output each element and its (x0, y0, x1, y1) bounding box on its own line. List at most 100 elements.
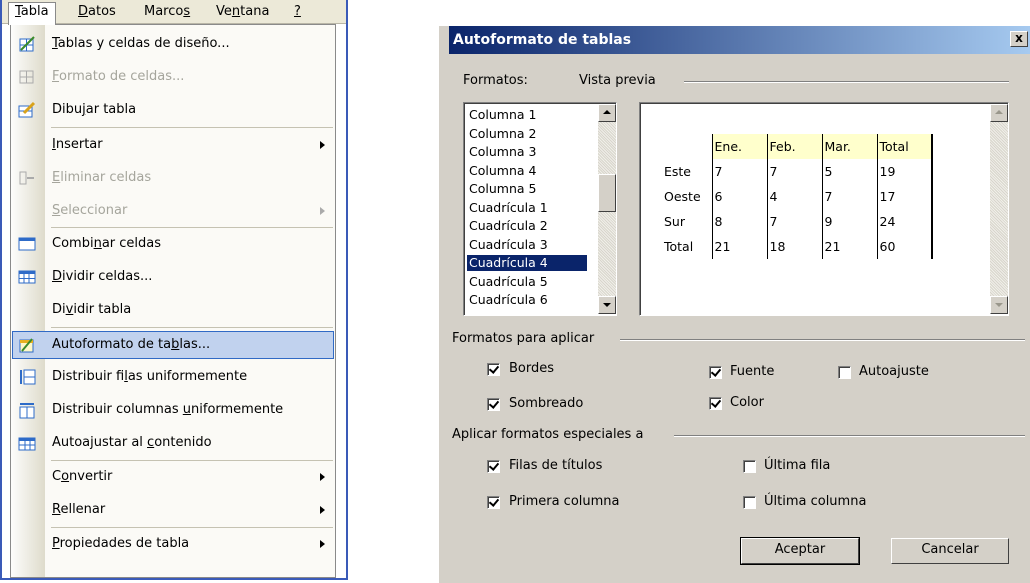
tabla-dropdown-menu: Tablas y celdas de diseño... Formato de … (10, 24, 336, 578)
autoajuste-label: Autoajuste (859, 364, 929, 379)
preview-cell: Total (664, 239, 694, 254)
preview-cell: 9 (821, 209, 877, 234)
draw-table-grid-icon (19, 36, 35, 52)
preview-cell: 19 (876, 159, 933, 184)
menu-item-dividir-celdas[interactable]: Dividir celdas... (11, 262, 335, 292)
primera-columna-checkbox[interactable] (487, 496, 500, 509)
format-list-item[interactable]: Cuadrícula 5 (467, 274, 587, 290)
format-list-item[interactable]: Columna 2 (467, 126, 587, 142)
apply-group-label: Formatos para aplicar (452, 331, 595, 346)
primera-columna-label: Primera columna (509, 494, 620, 509)
preview-table: Ene. Feb. Mar. Total Este 7 7 5 19 Oeste 6 4 7 17 Sur 8… (662, 134, 933, 259)
submenu-arrow-icon (320, 540, 325, 548)
autoformat-icon (19, 338, 34, 353)
menu-item-dibujar-tabla[interactable]: Dibujar tabla (11, 95, 335, 125)
ultima-columna-checkbox[interactable] (743, 496, 756, 509)
scroll-down-button[interactable] (598, 296, 616, 314)
preview-cell: 7 (766, 159, 822, 184)
menu-item-rellenar[interactable]: Rellenar (11, 495, 335, 525)
sombreado-checkbox[interactable] (487, 398, 500, 411)
scroll-up-button[interactable] (598, 104, 616, 122)
preview-cell: Oeste (664, 189, 701, 204)
format-list-item[interactable]: Cuadrícula 2 (467, 218, 587, 234)
preview-cell: Feb. (766, 134, 822, 159)
preview-cell: 7 (711, 159, 767, 184)
arrow-up-icon (603, 110, 611, 114)
menu-item-propiedades-tabla[interactable]: Propiedades de tabla (11, 529, 335, 559)
preview-row: Oeste 6 4 7 17 (662, 184, 933, 209)
menu-tabla[interactable]: Tabla (8, 2, 56, 25)
special-group-label: Aplicar formatos especiales a (452, 427, 644, 442)
preview-row: Total 21 18 21 60 (662, 234, 933, 259)
cancelar-button[interactable]: Cancelar (891, 538, 1009, 564)
menu-item-autoajustar[interactable]: Autoajustar al contenido (11, 428, 335, 458)
menu-item-autoformato-tablas[interactable]: Autoformato de tablas... (11, 329, 335, 361)
format-list-item[interactable]: Columna 1 (467, 107, 587, 123)
format-list-item[interactable]: Cuadrícula 4 (467, 255, 587, 271)
scroll-thumb[interactable] (598, 174, 616, 212)
preview-cell: 5 (821, 159, 877, 184)
menu-datos[interactable]: Datos (72, 3, 122, 21)
menu-separator (51, 460, 333, 461)
menu-item-combinar-celdas[interactable]: Combinar celdas (11, 229, 335, 259)
arrow-down-icon (603, 303, 611, 307)
preview-cell: Este (664, 164, 692, 179)
arrow-up-icon (995, 110, 1003, 114)
apply-group-line (620, 339, 1025, 341)
fuente-checkbox[interactable] (709, 366, 722, 379)
preview-scrollbar (990, 104, 1008, 314)
preview-header-row: Ene. Feb. Mar. Total (662, 134, 933, 159)
menu-item-dividir-tabla[interactable]: Dividir tabla (11, 295, 335, 325)
filas-titulos-checkbox[interactable] (487, 460, 500, 473)
preview-cell: Total (876, 134, 933, 159)
color-checkbox[interactable] (709, 397, 722, 410)
format-list-item[interactable]: Columna 5 (467, 181, 587, 197)
formats-scrollbar[interactable] (598, 104, 616, 314)
preview-cell: 7 (821, 184, 877, 209)
bordes-checkbox[interactable] (487, 363, 500, 376)
preview-cell: 7 (766, 209, 822, 234)
preview-row: Sur 8 7 9 24 (662, 209, 933, 234)
format-list-item[interactable]: Cuadrícula 3 (467, 237, 587, 253)
close-icon: x (1015, 31, 1023, 45)
merge-cells-icon (18, 237, 36, 251)
close-button[interactable]: x (1010, 31, 1028, 47)
menu-ventana[interactable]: Ventana (210, 3, 275, 21)
dialog-title: Autoformato de tablas (453, 32, 632, 48)
preview-cell: Mar. (821, 134, 877, 159)
delete-cells-icon (19, 171, 34, 185)
format-list-item[interactable]: Cuadrícula 1 (467, 200, 587, 216)
preview-cell: 18 (766, 234, 822, 259)
preview-scroll-down (990, 296, 1008, 314)
distribute-rows-icon (20, 369, 36, 385)
preview-cell: 6 (711, 184, 767, 209)
aceptar-button[interactable]: Aceptar (740, 537, 860, 565)
preview-cell: 60 (876, 234, 933, 259)
preview-cell: Sur (664, 214, 685, 229)
menu-item-insertar[interactable]: Insertar (11, 130, 335, 160)
menu-help[interactable]: ? (288, 3, 307, 21)
bordes-label: Bordes (509, 361, 555, 376)
menu-separator (51, 127, 333, 128)
format-list-item[interactable]: Columna 3 (467, 144, 587, 160)
autoajuste-checkbox[interactable] (838, 366, 851, 379)
preview-scroll-up (990, 104, 1008, 122)
preview-row: Este 7 7 5 19 (662, 159, 933, 184)
formats-listbox[interactable]: Columna 1 Columna 2 Columna 3 Columna 4 Colu… (463, 102, 617, 316)
menu-item-convertir[interactable]: Convertir (11, 462, 335, 492)
preview-group-line (684, 81, 1009, 83)
menu-separator (51, 227, 333, 228)
format-list-item[interactable]: Cuadrícula 6 (467, 292, 587, 308)
ultima-fila-checkbox[interactable] (743, 460, 756, 473)
preview-pane: Ene. Feb. Mar. Total Este 7 7 5 19 Oeste 6 4 7 17 Sur 8… (639, 102, 1009, 316)
preview-cell (662, 134, 712, 159)
special-group-line (674, 435, 1025, 437)
autofit-icon (18, 437, 36, 451)
menu-item-tablas-celdas-diseno[interactable]: Tablas y celdas de diseño... (11, 29, 335, 59)
menu-item-distribuir-filas[interactable]: Distribuir filas uniformemente (11, 362, 335, 392)
menu-item-distribuir-columnas[interactable]: Distribuir columnas uniformemente (11, 395, 335, 425)
menu-marcos[interactable]: Marcos (138, 3, 196, 21)
menu-separator (51, 327, 333, 328)
ultima-columna-label: Última columna (764, 494, 867, 509)
format-list-item[interactable]: Columna 4 (467, 163, 587, 179)
